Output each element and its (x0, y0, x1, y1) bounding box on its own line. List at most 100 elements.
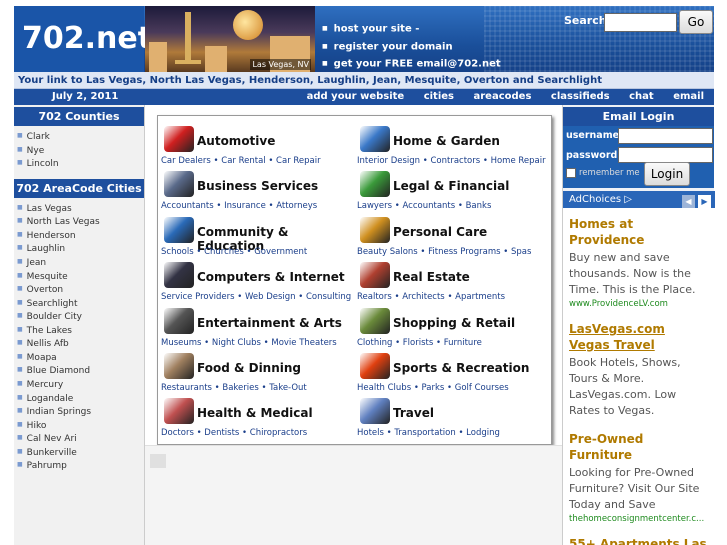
category-title[interactable]: Personal Care (393, 225, 487, 239)
city-item[interactable]: Moapa (17, 351, 144, 365)
site-logo[interactable]: 702.net (14, 6, 152, 72)
coffee-cup-icon (164, 353, 194, 379)
promo-domain[interactable]: register your domain (322, 38, 501, 56)
category-real-estate[interactable]: Real Estate Realtors • Architects • Apart… (354, 254, 550, 302)
nav-classifieds[interactable]: classifieds (551, 91, 610, 102)
username-input[interactable] (618, 128, 713, 144)
promo-email[interactable]: get your FREE email@702.net (322, 55, 501, 73)
category-title[interactable]: Real Estate (393, 270, 470, 284)
go-button[interactable]: Go (679, 10, 713, 34)
prev-ad-icon[interactable]: ◀ (682, 195, 695, 208)
ad-item: Pre-Owned Furniture Looking for Pre-Owned… (569, 431, 709, 524)
tagline: Your link to Las Vegas, North Las Vegas,… (14, 72, 714, 89)
remember-me-checkbox[interactable] (566, 168, 576, 178)
ad-title-link[interactable]: Pre-Owned Furniture (569, 431, 709, 463)
house-icon (360, 126, 390, 152)
city-item[interactable]: Jean (17, 256, 144, 270)
next-ad-icon[interactable]: ▶ (698, 195, 711, 208)
category-title[interactable]: Home & Garden (393, 134, 500, 148)
ad-title-link[interactable]: 55+ Apartments Las (569, 536, 709, 545)
category-subcategories[interactable]: Hotels • Transportation • Lodging (357, 428, 500, 438)
category-shopping-retail[interactable]: Shopping & Retail Clothing • Florists • F… (354, 300, 550, 348)
ad-url[interactable]: thehomeconsignmentcenter.c... (569, 514, 709, 524)
category-title[interactable]: Entertainment & Arts (197, 316, 342, 330)
adchoices-label[interactable]: AdChoices ▷ (569, 194, 632, 205)
adchoices-bar: AdChoices ▷ ◀ ▶ (563, 191, 715, 208)
category-entertainment-arts[interactable]: Entertainment & Arts Museums • Night Club… (158, 300, 354, 348)
ad-url[interactable]: www.ProvidenceLV.com (569, 299, 709, 309)
nav-cities[interactable]: cities (424, 91, 454, 102)
umbrella-icon (164, 216, 194, 243)
category-title[interactable]: Sports & Recreation (393, 361, 529, 375)
promo-host[interactable]: host your site - (322, 20, 501, 38)
category-title[interactable]: Computers & Internet (197, 270, 345, 284)
nav-add-website[interactable]: add your website (307, 91, 405, 102)
ad-item: Homes at Providence Buy new and save thou… (569, 216, 709, 309)
category-community-education[interactable]: Community & Education Schools • Churches … (158, 209, 354, 257)
city-item[interactable]: Indian Springs (17, 405, 144, 419)
city-item[interactable]: Boulder City (17, 310, 144, 324)
city-item[interactable]: Las Vegas (17, 202, 144, 216)
city-item[interactable]: Logandale (17, 392, 144, 406)
category-travel[interactable]: Travel Hotels • Transportation • Lodging (354, 390, 550, 438)
nav-email[interactable]: email (673, 91, 704, 102)
city-item[interactable]: Bunkerville (17, 446, 144, 460)
doctor-icon (164, 398, 194, 425)
category-title[interactable]: Food & Dinning (197, 361, 301, 375)
city-item[interactable]: Hiko (17, 419, 144, 433)
office-building-icon (164, 171, 194, 198)
buildings-icon (360, 262, 390, 289)
category-title[interactable]: Health & Medical (197, 406, 313, 420)
category-personal-care[interactable]: Personal Care Beauty Salons • Fitness Pro… (354, 209, 550, 257)
ad-title-link[interactable]: LasVegas.com Vegas Travel (569, 321, 709, 353)
cities-list: Las Vegas North Las Vegas Henderson Laug… (14, 198, 144, 479)
city-item[interactable]: North Las Vegas (17, 215, 144, 229)
site-header: 702.net Las Vegas, NV host your site - r… (14, 6, 714, 72)
category-title[interactable]: Automotive (197, 134, 275, 148)
category-computers-internet[interactable]: Computers & Internet Service Providers • … (158, 254, 354, 302)
search-input[interactable] (604, 13, 677, 32)
category-sports-recreation[interactable]: Sports & Recreation Health Clubs • Parks … (354, 345, 550, 393)
county-item[interactable]: Lincoln (17, 157, 144, 171)
city-item[interactable]: Nellis Afb (17, 337, 144, 351)
category-automotive[interactable]: Automotive Car Dealers • Car Rental • Car… (158, 118, 354, 166)
category-home-garden[interactable]: Home & Garden Interior Design • Contracto… (354, 118, 550, 166)
right-sidebar: Email Login username: password: remember… (562, 105, 715, 545)
nav-chat[interactable]: chat (629, 91, 654, 102)
city-item[interactable]: Henderson (17, 229, 144, 243)
city-item[interactable]: Mercury (17, 378, 144, 392)
category-food-dinning[interactable]: Food & Dinning Restaurants • Bakeries • T… (158, 345, 354, 393)
city-item[interactable]: Mesquite (17, 270, 144, 284)
login-button[interactable]: Login (644, 162, 690, 186)
nav-areacodes[interactable]: areacodes (474, 91, 532, 102)
password-input[interactable] (618, 147, 713, 163)
username-label: username: (566, 130, 623, 141)
search-label: Search (564, 14, 607, 27)
category-title[interactable]: Shopping & Retail (393, 316, 515, 330)
city-item[interactable]: Overton (17, 283, 144, 297)
category-directory: Automotive Car Dealers • Car Rental • Car… (157, 115, 552, 445)
city-item[interactable]: The Lakes (17, 324, 144, 338)
category-health-medical[interactable]: Health & Medical Doctors • Dentists • Chi… (158, 390, 354, 438)
counties-list: Clark Nye Lincoln (14, 126, 144, 177)
nav-bar: July 2, 2011 add your website cities are… (14, 89, 714, 105)
ad-title-link[interactable]: Homes at Providence (569, 216, 709, 248)
ad-item: LasVegas.com Vegas Travel Book Hotels, Sh… (569, 321, 709, 419)
city-item[interactable]: Searchlight (17, 297, 144, 311)
laptop-icon (164, 262, 194, 289)
money-icon (360, 171, 390, 198)
county-item[interactable]: Clark (17, 130, 144, 144)
category-title[interactable]: Travel (393, 406, 434, 420)
cities-heading: 702 AreaCode Cities (14, 178, 144, 198)
category-subcategories[interactable]: Doctors • Dentists • Chiropractors (161, 428, 307, 438)
category-legal-financial[interactable]: Legal & Financial Lawyers • Accountants •… (354, 163, 550, 211)
county-item[interactable]: Nye (17, 144, 144, 158)
left-sidebar: 702 Counties Clark Nye Lincoln 702 AreaC… (14, 105, 145, 545)
city-item[interactable]: Blue Diamond (17, 364, 144, 378)
category-title[interactable]: Business Services (197, 179, 318, 193)
city-item[interactable]: Pahrump (17, 459, 144, 473)
city-item[interactable]: Laughlin (17, 242, 144, 256)
category-business-services[interactable]: Business Services Accountants • Insurance… (158, 163, 354, 211)
category-title[interactable]: Legal & Financial (393, 179, 509, 193)
city-item[interactable]: Cal Nev Ari (17, 432, 144, 446)
